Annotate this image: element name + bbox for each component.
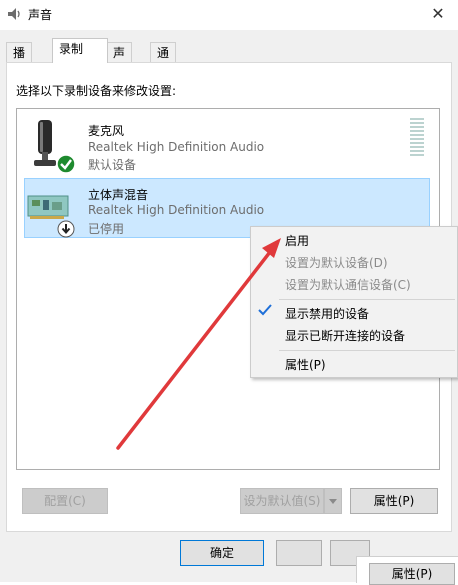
instruction-text: 选择以下录制设备来修改设置: xyxy=(16,84,177,98)
checkmark-icon xyxy=(258,304,272,316)
device-driver: Realtek High Definition Audio xyxy=(88,203,265,217)
ok-button[interactable]: 确定 xyxy=(180,540,264,566)
set-default-dropdown[interactable] xyxy=(324,488,342,514)
menu-item-set-default[interactable]: 设置为默认设备(D) xyxy=(251,253,457,273)
sound-dialog: 声音 ✕ 播放 录制 声音 通信 选择以下录制设备来修改设置: 麦克风 Real… xyxy=(0,0,458,585)
tab-playback[interactable]: 播放 xyxy=(6,42,33,80)
disabled-arrow-icon xyxy=(57,220,75,238)
tab-communications[interactable]: 通信 xyxy=(150,42,177,80)
menu-item-show-disconnected[interactable]: 显示已断开连接的设备 xyxy=(251,326,457,346)
device-name: 立体声混音 xyxy=(88,188,149,202)
speaker-icon xyxy=(8,8,20,20)
set-default-button[interactable]: 设为默认值(S) xyxy=(240,488,324,514)
menu-item-enable[interactable]: 启用 xyxy=(251,231,457,251)
properties-button[interactable]: 属性(P) xyxy=(350,488,438,514)
menu-separator xyxy=(279,299,455,300)
input-level-meter xyxy=(410,118,424,156)
title-bar: 声音 ✕ xyxy=(0,0,458,30)
chevron-down-icon xyxy=(329,499,337,504)
device-name: 麦克风 xyxy=(88,124,125,138)
sound-card-icon xyxy=(27,195,69,219)
device-driver: Realtek High Definition Audio xyxy=(88,140,265,154)
context-menu: 启用 设置为默认设备(D) 设置为默认通信设备(C) 显示禁用的设备 显示已断开… xyxy=(250,226,458,378)
window-title: 声音 xyxy=(28,8,53,22)
configure-button[interactable]: 配置(C) xyxy=(22,488,108,514)
properties-window-fragment: 属性(P) xyxy=(356,556,458,585)
menu-item-properties[interactable]: 属性(P) xyxy=(251,355,457,375)
tab-sounds[interactable]: 声音 xyxy=(106,42,133,80)
menu-item-set-default-comm[interactable]: 设置为默认通信设备(C) xyxy=(251,275,457,295)
cancel-button[interactable] xyxy=(276,540,322,566)
device-status: 已停用 xyxy=(88,222,125,236)
tab-recording[interactable]: 录制 xyxy=(52,38,108,63)
close-button[interactable]: ✕ xyxy=(418,0,458,30)
menu-item-show-disabled[interactable]: 显示禁用的设备 xyxy=(251,304,457,324)
menu-separator xyxy=(279,350,455,351)
default-check-icon xyxy=(56,154,76,174)
close-icon: ✕ xyxy=(431,4,445,23)
device-status: 默认设备 xyxy=(88,158,137,172)
